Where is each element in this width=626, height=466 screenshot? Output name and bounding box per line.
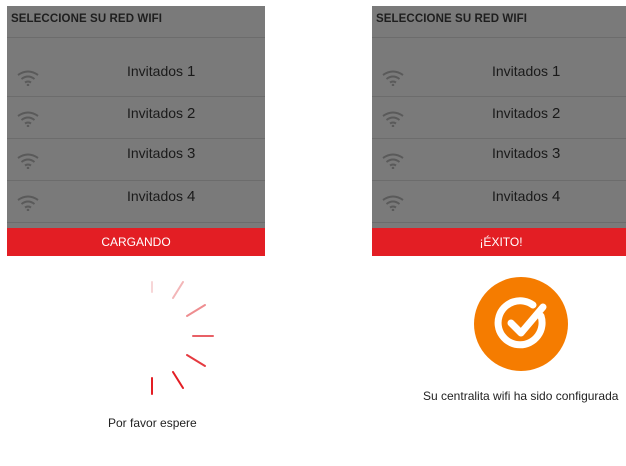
network-row[interactable]: Invitados 2 — [7, 96, 265, 138]
status-bar-loading: CARGANDO — [7, 228, 265, 256]
network-row[interactable]: Invitados 1 — [7, 54, 265, 96]
network-name: Invitados 4 — [492, 188, 561, 205]
wifi-icon — [382, 111, 404, 127]
network-name: Invitados 1 — [127, 63, 196, 80]
wifi-icon — [382, 70, 404, 86]
network-row[interactable]: Invitados 4 — [372, 180, 626, 222]
wifi-icon — [17, 153, 39, 169]
loading-message: Por favor espere — [108, 416, 197, 430]
network-row[interactable]: Invitados 2 — [372, 96, 626, 138]
network-name: Invitados 1 — [492, 63, 561, 80]
network-name: Invitados 2 — [127, 105, 196, 122]
divider — [372, 222, 626, 223]
divider — [7, 222, 265, 223]
network-name: Invitados 2 — [492, 105, 561, 122]
wifi-selection-panel-success: SELECCIONE SU RED WIFI Invitados 1 Invit… — [372, 6, 626, 256]
check-circle-icon — [474, 277, 568, 371]
network-name: Invitados 4 — [127, 188, 196, 205]
network-row[interactable]: Invitados 3 — [7, 138, 265, 180]
success-message: Su centralita wifi ha sido configurada — [423, 389, 619, 403]
status-bar-success: ¡ÉXITO! — [372, 228, 626, 256]
wifi-icon — [382, 195, 404, 211]
loading-spinner-icon — [151, 281, 214, 395]
wifi-selection-panel-loading: SELECCIONE SU RED WIFI Invitados 1 Invit… — [7, 6, 265, 256]
network-row[interactable]: Invitados 4 — [7, 180, 265, 222]
wifi-icon — [17, 111, 39, 127]
panel-title: SELECCIONE SU RED WIFI — [376, 13, 528, 25]
divider — [372, 37, 626, 38]
network-row[interactable]: Invitados 1 — [372, 54, 626, 96]
divider — [7, 37, 265, 38]
wifi-icon — [17, 70, 39, 86]
network-row[interactable]: Invitados 3 — [372, 138, 626, 180]
wifi-icon — [17, 195, 39, 211]
panel-title: SELECCIONE SU RED WIFI — [11, 13, 163, 25]
network-name: Invitados 3 — [492, 145, 561, 162]
network-name: Invitados 3 — [127, 145, 196, 162]
wifi-icon — [382, 153, 404, 169]
